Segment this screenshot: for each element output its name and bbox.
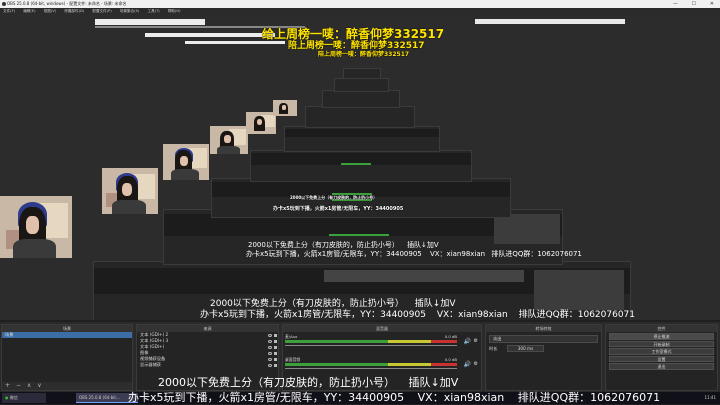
gear-icon[interactable]: ⚙ [474,361,478,367]
wechat-icon: ● [5,395,9,400]
controls-dock: 控件 停止推流 开始录制 工作室模式 设置 退出 [605,324,718,391]
transition-duration-row: 时长 300 ms [486,345,601,352]
menu-profile[interactable]: 配置文件(P) [92,9,111,13]
overlay-rank-small: 陪上周榜一唛：醉香仰梦332517 [318,51,410,58]
scenes-footer: + − ∧ ∨ [2,382,132,390]
visibility-icon[interactable] [268,357,272,361]
volume-slider[interactable] [285,368,457,369]
mirror-layer [322,90,400,108]
mixer-db-readout: 0.0 dB [444,334,457,339]
lock-icon[interactable] [274,333,277,337]
obs-window: OBS 25.0.8 (64-bit, windows) - 配置文件: 未命名… [0,0,720,404]
start-recording-button[interactable]: 开始录制 [609,340,714,347]
lock-icon[interactable] [274,339,277,343]
webcam-capture [210,126,248,154]
overlay-tiny-line: 2000以下免费上分（有刀皮肤的，防止扔小号） [290,195,378,200]
studio-mode-button[interactable]: 工作室模式 [609,348,714,355]
mixer-db-readout: 0.0 dB [444,357,457,362]
scene-down-button[interactable]: ∨ [37,382,41,389]
menu-help[interactable]: 帮助(H) [168,9,181,13]
volume-meter [285,363,457,366]
duration-label: 时长 [489,346,498,351]
volume-slider[interactable] [285,345,457,346]
visibility-icon[interactable] [268,333,272,337]
scene-up-button[interactable]: ∧ [27,382,31,389]
settings-button[interactable]: 设置 [609,355,714,362]
gear-icon[interactable]: ⚙ [474,338,478,344]
title-bar: OBS 25.0.8 (64-bit, windows) - 配置文件: 未命名… [0,0,720,8]
mixer-channel-label: 麦/Aux [285,334,298,339]
visibility-icon[interactable] [268,345,272,349]
mirror-layer [334,78,389,92]
add-scene-button[interactable]: + [5,382,10,389]
webcam-capture [0,196,72,258]
menu-view[interactable]: 视图(V) [44,9,56,13]
speaker-icon[interactable]: 🔊 [464,338,471,345]
transition-select[interactable]: 淡出 [489,335,598,343]
obs-logo-icon [2,2,6,6]
window-title: OBS 25.0.8 (64-bit, windows) - 配置文件: 未命名… [7,1,127,6]
mirror-layer [305,106,415,128]
lock-icon[interactable] [274,345,277,349]
scenes-dock: 场景 场景 + − ∧ ∨ [1,324,133,391]
lock-icon[interactable] [274,351,277,355]
transitions-dock: 转场特效 淡出 时长 300 ms [485,324,602,391]
webcam-capture [273,100,297,116]
menu-scene-collection[interactable]: 场景集合(S) [120,9,139,13]
speaker-icon[interactable]: 🔊 [464,361,471,368]
mixer-channel-label: 桌面音频 [285,357,301,362]
remove-scene-button[interactable]: − [16,382,21,389]
scene-item[interactable]: 场景 [2,332,132,338]
preview-canvas[interactable]: 给上周榜一唛：醉香仰梦332517 陪上周榜一唛：醉香仰梦332517 陪上周榜… [0,14,720,320]
visibility-icon[interactable] [268,339,272,343]
mirror-layer [250,150,472,182]
visibility-icon[interactable] [268,363,272,367]
source-item[interactable]: 显示器捕获 [137,362,278,368]
transitions-title: 转场特效 [486,325,601,332]
mixer-title: 混音器 [283,325,481,332]
overlay-large-line-b: 办卡x5玩到下播，火箭x1房管/无限车，YY：34400905 VX：xian9… [128,391,661,404]
overlay-tiny-line-b: 办卡x5玩到下播，火箭x1房管/无限车，YY：34400905 [273,206,404,212]
taskbar-wechat[interactable]: ● 微信 [2,393,46,403]
lock-icon[interactable] [274,357,277,361]
taskbar-clock: 11:41 [704,395,716,400]
mirror-layer [284,126,440,152]
controls-title: 控件 [606,325,717,332]
webcam-capture [102,168,158,214]
lock-icon[interactable] [274,363,277,367]
maximize-button[interactable]: ☐ [692,0,696,8]
duration-input[interactable]: 300 ms [506,345,545,352]
menu-docks[interactable]: 停靠部件(D) [64,9,84,13]
exit-button[interactable]: 退出 [609,363,714,370]
close-button[interactable]: ✕ [710,0,714,8]
volume-meter [285,340,457,343]
sources-title: 来源 [137,325,278,332]
menu-edit[interactable]: 编辑(E) [23,9,35,13]
overlay-small-line-b: 办卡x5玩到下播，火箭x1房管/无限车，YY：34400905 VX：xian9… [246,250,582,258]
visibility-icon[interactable] [268,351,272,355]
overlay-mid-line-b: 办卡x5玩到下播，火箭x1房管/无限车，YY：34400905 VX：xian9… [200,310,636,320]
mixer-channel-desktop: 桌面音频 0.0 dB 🔊 ⚙ [285,357,479,369]
webcam-capture [163,144,209,180]
scenes-title: 场景 [2,325,132,332]
webcam-capture [246,112,276,134]
stop-streaming-button[interactable]: 停止推流 [609,333,714,340]
minimize-button[interactable]: — [673,0,678,8]
menu-tools[interactable]: 工具(T) [148,9,160,13]
overlay-large-line-a: 2000以下免费上分（有刀皮肤的，防止扔小号） 插队↓加V [158,376,459,389]
menu-file[interactable]: 文件(F) [3,9,15,13]
mixer-channel-mic: 麦/Aux 0.0 dB 🔊 ⚙ [285,334,479,346]
